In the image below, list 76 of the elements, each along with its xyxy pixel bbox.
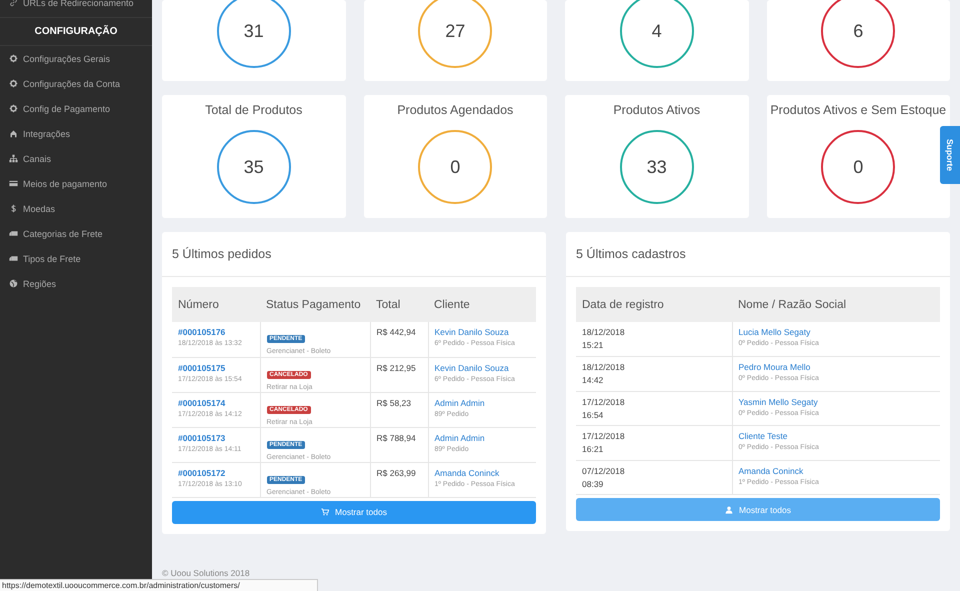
panel-title: 5 Últimos cadastros: [576, 247, 686, 261]
client-link[interactable]: Admin Admin: [434, 398, 530, 408]
customer-link[interactable]: Cliente Teste: [738, 431, 934, 441]
column-header: Número: [172, 287, 260, 322]
stat-title: Produtos Agendados: [397, 103, 514, 117]
registration-date: 18/12/2018: [582, 362, 626, 372]
stat-circle: 31: [216, 0, 291, 68]
column-header: Data de registro: [576, 287, 732, 322]
sidebar-item[interactable]: Categorias de Frete: [23, 228, 103, 238]
order-number-link[interactable]: #000105175: [178, 362, 254, 372]
registration-date: 18/12/2018: [582, 327, 626, 337]
registration-time: 08:39: [582, 478, 604, 488]
client-link[interactable]: Amanda Coninck: [434, 468, 530, 478]
order-number-link[interactable]: #000105176: [178, 327, 254, 337]
stat-circle: 4: [620, 0, 694, 68]
customer-link[interactable]: Pedro Moura Mello: [738, 362, 934, 372]
gear-icon: [9, 79, 18, 88]
column-header: Total: [370, 287, 428, 322]
order-total: R$ 212,95: [376, 362, 417, 372]
show-all-button[interactable]: Mostrar todos: [172, 500, 536, 524]
sidebar-item[interactable]: Integrações: [23, 128, 70, 138]
column-header: Nome / Razão Social: [732, 287, 940, 322]
order-number-link[interactable]: #000105174: [178, 398, 254, 408]
link-icon: [9, 0, 18, 7]
sidebar-item[interactable]: Canais: [23, 154, 52, 164]
gear-icon: [9, 54, 18, 63]
registration-date: 07/12/2018: [582, 466, 626, 476]
footer-text: © Uoou Solutions 2018: [162, 568, 250, 578]
order-total: R$ 442,94: [376, 327, 417, 337]
credit-card-icon: [9, 179, 18, 188]
sidebar-section-title: CONFIGURAÇÃO: [0, 18, 152, 46]
customer-link[interactable]: Amanda Coninck: [738, 466, 934, 476]
status-url-tooltip: https://demotextil.uooucommerce.com.br/administration/customers/: [0, 579, 318, 591]
stat-circle: 35: [216, 130, 291, 204]
globe-icon: [9, 279, 18, 288]
sitemap-icon: [9, 154, 18, 163]
order-number-link[interactable]: #000105172: [178, 468, 254, 478]
stat-title: Produtos Ativos e Sem Estoque: [770, 103, 946, 117]
sidebar-item[interactable]: Configurações Gerais: [23, 54, 110, 64]
order-number-link[interactable]: #000105173: [178, 432, 254, 442]
sidebar-item[interactable]: Regiões: [23, 278, 56, 288]
column-header: Cliente: [428, 287, 536, 322]
show-all-button[interactable]: Mostrar todos: [576, 498, 940, 521]
sidebar-item[interactable]: Tipos de Frete: [23, 254, 81, 264]
order-total: R$ 58,23: [376, 398, 412, 408]
registration-date: 17/12/2018: [582, 396, 626, 406]
stat-title: Total de Produtos: [205, 103, 302, 117]
sidebar-item[interactable]: Moedas: [23, 204, 56, 214]
order-total: R$ 788,94: [376, 432, 417, 442]
stat-circle: 0: [821, 130, 896, 204]
customer-link[interactable]: Yasmin Mello Segaty: [738, 396, 934, 406]
gear-icon: [9, 104, 18, 113]
registration-time: 14:42: [582, 375, 604, 385]
client-link[interactable]: Kevin Danilo Souza: [434, 327, 530, 337]
sidebar-item[interactable]: Config de Pagamento: [23, 104, 110, 114]
sidebar-item[interactable]: Meios de pagamento: [23, 178, 108, 188]
stat-circle: 6: [821, 0, 896, 68]
customer-link[interactable]: Lucia Mello Segaty: [738, 327, 934, 337]
client-link[interactable]: Kevin Danilo Souza: [434, 362, 530, 372]
dollar-icon: [9, 204, 18, 213]
registration-date: 17/12/2018: [582, 431, 626, 441]
column-header: Status Pagamento: [260, 287, 370, 322]
stat-circle: 27: [418, 0, 492, 68]
cart-icon: [321, 508, 330, 516]
registration-time: 15:21: [582, 340, 604, 350]
support-tab[interactable]: Suporte: [940, 126, 960, 184]
panel-title: 5 Últimos pedidos: [172, 247, 272, 261]
stat-circle: 33: [620, 130, 694, 204]
registration-time: 16:21: [582, 444, 604, 454]
registration-time: 16:54: [582, 410, 604, 420]
stat-circle: 0: [418, 130, 492, 204]
stat-title: Produtos Ativos: [613, 103, 700, 117]
order-total: R$ 263,99: [376, 468, 417, 478]
user-icon: [725, 506, 734, 514]
client-link[interactable]: Admin Admin: [434, 432, 530, 442]
sidebar-item[interactable]: Configurações da Conta: [23, 78, 120, 88]
